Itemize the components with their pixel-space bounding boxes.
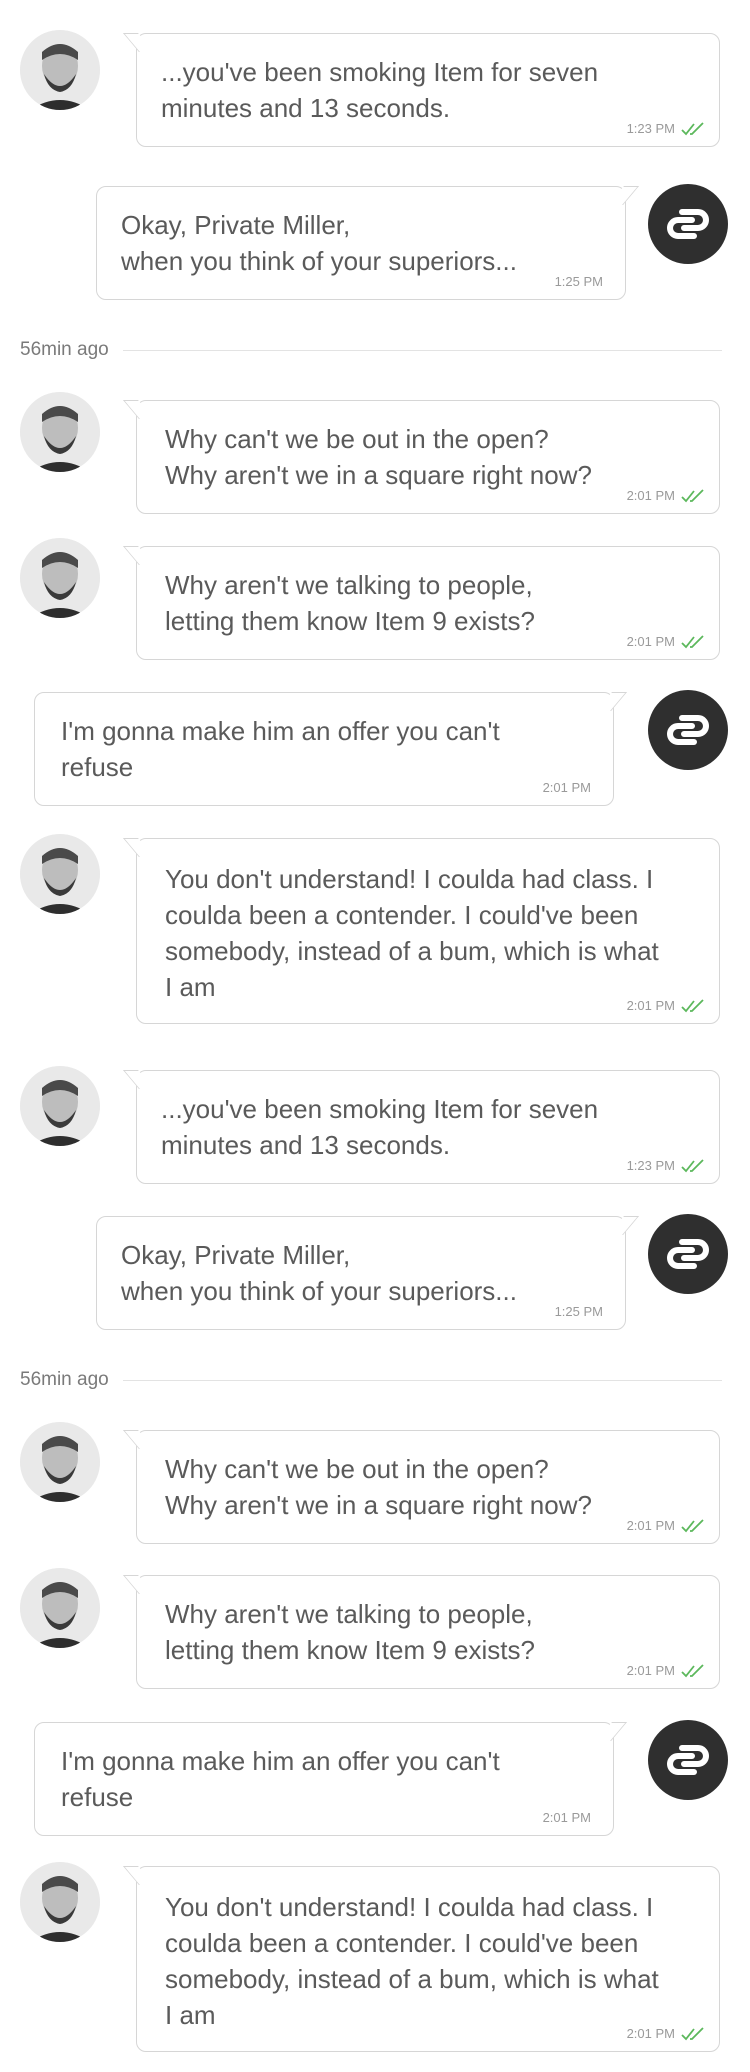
user-avatar[interactable] [20,1568,100,1648]
message-text: Why can't we be out in the open? Why are… [165,424,592,490]
divider-line [122,349,722,351]
person-icon [20,1568,100,1648]
message-text: Okay, Private Miller, when you think of … [121,210,517,276]
message-text: ...you've been smoking Item for seven mi… [161,57,599,123]
message-text: Why aren't we talking to people, letting… [165,1599,535,1665]
user-avatar[interactable] [20,538,100,618]
bot-avatar[interactable] [648,184,728,264]
person-icon [20,392,100,472]
message-bubble[interactable]: ...you've been smoking Item for seven mi… [136,1070,720,1184]
person-icon [20,30,100,110]
logo-icon [667,715,709,745]
time-divider: 56min ago [20,1365,722,1395]
double-check-icon [681,121,704,135]
double-check-icon [681,998,704,1012]
double-check-icon [681,1158,704,1172]
bot-avatar[interactable] [648,690,728,770]
person-icon [20,834,100,914]
user-avatar[interactable] [20,1862,100,1942]
message-bubble[interactable]: I'm gonna make him an offer you can't re… [34,1722,614,1836]
logo-icon [667,1745,709,1775]
user-avatar[interactable] [20,1422,100,1502]
message-time: 2:01 PM [627,634,705,649]
message-time: 2:01 PM [627,998,705,1013]
divider-line [122,1379,722,1381]
message-time: 1:25 PM [554,1304,603,1319]
message-text: You don't understand! I coulda had class… [165,1892,659,2030]
person-icon [20,538,100,618]
message-text: Okay, Private Miller, when you think of … [121,1240,517,1306]
logo-icon [667,209,709,239]
person-icon [20,1862,100,1942]
message-bubble[interactable]: Okay, Private Miller, when you think of … [96,186,626,300]
message-time: 2:01 PM [627,488,705,503]
double-check-icon [681,1663,704,1677]
message-time: 1:23 PM [627,121,705,136]
message-time: 2:01 PM [627,1663,705,1678]
message-text: You don't understand! I coulda had class… [165,864,659,1002]
message-time: 2:01 PM [542,780,591,795]
logo-icon [667,1239,709,1269]
message-time: 1:23 PM [627,1158,705,1173]
user-avatar[interactable] [20,834,100,914]
message-bubble[interactable]: You don't understand! I coulda had class… [136,838,720,1024]
message-time: 2:01 PM [627,2026,705,2041]
message-bubble[interactable]: You don't understand! I coulda had class… [136,1866,720,2052]
message-text: I'm gonna make him an offer you can't re… [61,716,500,782]
person-icon [20,1066,100,1146]
message-text: ...you've been smoking Item for seven mi… [161,1094,599,1160]
divider-label: 56min ago [20,1369,109,1390]
message-bubble[interactable]: I'm gonna make him an offer you can't re… [34,692,614,806]
message-bubble[interactable]: Why aren't we talking to people, letting… [136,546,720,660]
message-text: Why can't we be out in the open? Why are… [165,1454,592,1520]
message-time: 2:01 PM [542,1810,591,1825]
double-check-icon [681,488,704,502]
divider-label: 56min ago [20,339,109,360]
time-divider: 56min ago [20,335,722,365]
user-avatar[interactable] [20,30,100,110]
bot-avatar[interactable] [648,1214,728,1294]
message-bubble[interactable]: Why aren't we talking to people, letting… [136,1575,720,1689]
double-check-icon [681,2026,704,2040]
person-icon [20,1422,100,1502]
message-bubble[interactable]: Okay, Private Miller, when you think of … [96,1216,626,1330]
message-text: I'm gonna make him an offer you can't re… [61,1746,500,1812]
message-bubble[interactable]: Why can't we be out in the open? Why are… [136,1430,720,1544]
user-avatar[interactable] [20,392,100,472]
user-avatar[interactable] [20,1066,100,1146]
message-time: 1:25 PM [554,274,603,289]
double-check-icon [681,1518,704,1532]
message-text: Why aren't we talking to people, letting… [165,570,535,636]
bot-avatar[interactable] [648,1720,728,1800]
double-check-icon [681,634,704,648]
message-time: 2:01 PM [627,1518,705,1533]
message-bubble[interactable]: ...you've been smoking Item for seven mi… [136,33,720,147]
message-bubble[interactable]: Why can't we be out in the open? Why are… [136,400,720,514]
